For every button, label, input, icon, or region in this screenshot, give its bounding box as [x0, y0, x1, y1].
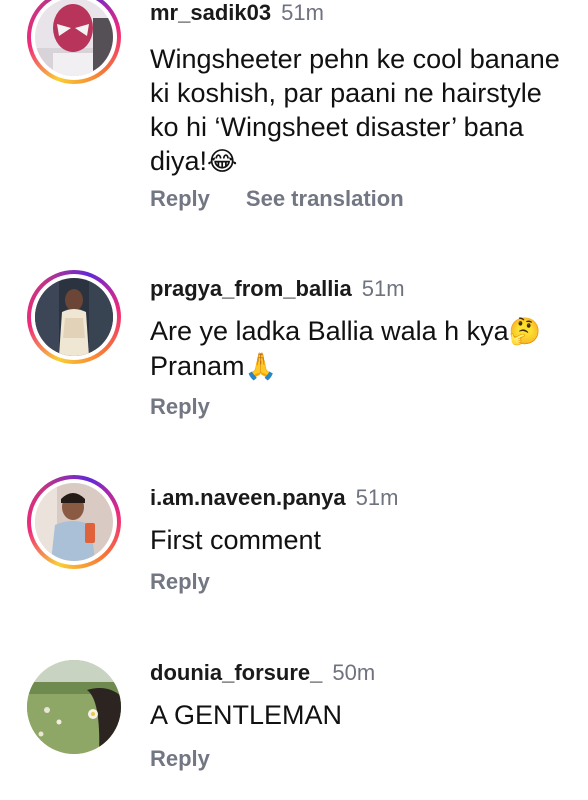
comment-username[interactable]: mr_sadik03 — [150, 0, 271, 25]
comment-text: First comment — [150, 525, 322, 555]
comment-text: Wingsheeter pehn ke cool banane ki koshi… — [150, 44, 560, 177]
comment-username[interactable]: pragya_from_ballia — [150, 276, 352, 301]
comment-timestamp: 51m — [355, 485, 399, 510]
reply-button[interactable]: Reply — [150, 186, 210, 211]
reply-button[interactable]: Reply — [150, 569, 210, 594]
reply-button[interactable]: Reply — [150, 394, 210, 419]
comment-timestamp: 51m — [281, 0, 324, 25]
story-ring[interactable] — [27, 270, 121, 364]
comment-username[interactable]: dounia_forsure_ — [150, 660, 322, 685]
story-ring[interactable] — [27, 0, 121, 84]
thinking-emoji: 🤔 — [508, 317, 542, 347]
comment-item: i.am.naveen.panya 51m First comment Reply — [0, 475, 588, 605]
avatar[interactable] — [35, 278, 113, 356]
comment-item: mr_sadik03 51m Wingsheeter pehn ke cool b… — [0, 0, 588, 240]
see-translation-button[interactable]: See translation — [246, 186, 404, 211]
avatar[interactable] — [27, 660, 121, 754]
comment-timestamp: 50m — [332, 660, 376, 685]
comment-timestamp: 51m — [361, 276, 405, 301]
comment-item: dounia_forsure_ 50m A GENTLEMAN Reply — [0, 650, 588, 800]
comment-item: pragya_from_ballia 51m Are ye ladka Balli… — [0, 270, 588, 430]
folded-hands-emoji: 🙏 — [244, 352, 277, 382]
reply-button[interactable]: Reply — [150, 746, 210, 771]
comment-text: A GENTLEMAN — [150, 700, 343, 730]
avatar-container[interactable] — [27, 660, 121, 754]
story-ring[interactable] — [27, 475, 121, 569]
avatar[interactable] — [35, 0, 113, 76]
avatar[interactable] — [35, 483, 113, 561]
comment-username[interactable]: i.am.naveen.panya — [150, 485, 346, 510]
laughing-emoji: 😂 — [207, 147, 238, 177]
comment-text: Are ye ladka Ballia wala h kya🤔 Pranam🙏 — [150, 316, 542, 382]
